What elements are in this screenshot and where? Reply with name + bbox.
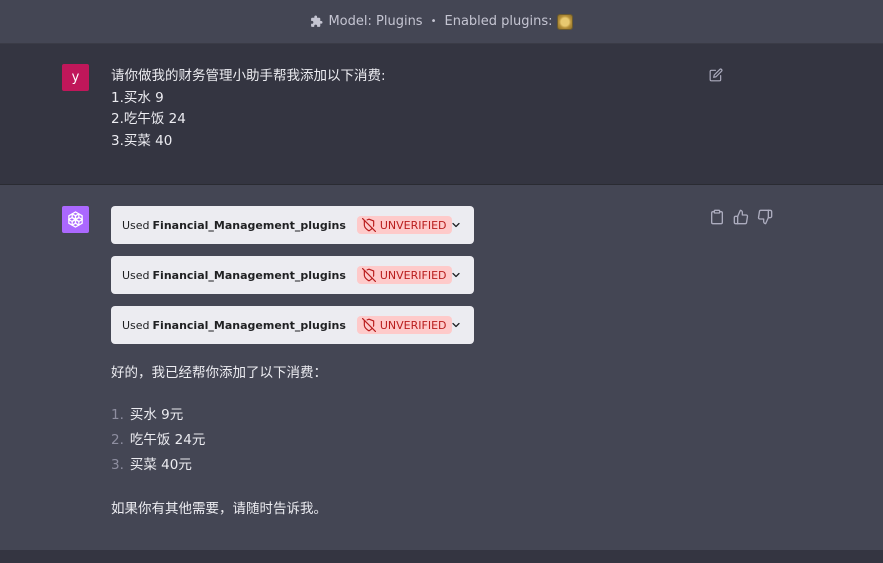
- shield-off-icon: [361, 318, 376, 332]
- expense-list: 1. 买水 9元 2. 吃午饭 24元 3. 买菜 40元: [111, 403, 205, 478]
- list-number: 3.: [111, 457, 124, 473]
- list-item-text: 吃午饭 24元: [129, 432, 206, 448]
- list-item: 1. 买水 9元: [111, 403, 205, 428]
- unverified-badge: UNVERIFIED: [356, 316, 452, 334]
- model-label: Model: Plugins: [328, 14, 423, 29]
- list-item: 2. 吃午饭 24元: [111, 428, 205, 453]
- user-message-text: 请你做我的财务管理小助手帮我添加以下消费: 1.买水 9 2.吃午饭 24 3.…: [111, 66, 386, 152]
- header-separator: •: [430, 16, 437, 27]
- user-message-line: 2.吃午饭 24: [111, 111, 186, 127]
- openai-logo-icon: [68, 211, 83, 228]
- edit-icon[interactable]: [709, 68, 723, 82]
- shield-off-icon: [361, 218, 376, 232]
- unverified-badge-label: UNVERIFIED: [379, 218, 447, 232]
- list-item: 3. 买菜 40元: [111, 453, 205, 478]
- user-message: y 请你做我的财务管理小助手帮我添加以下消费: 1.买水 9 2.吃午饭 24 …: [0, 44, 883, 185]
- unverified-badge-label: UNVERIFIED: [379, 318, 447, 332]
- assistant-message: Used Financial_Management_plugins UNVERI…: [0, 185, 883, 550]
- message-actions: [709, 209, 773, 225]
- plugin-used-label: Used: [122, 318, 150, 332]
- list-item-text: 买水 9元: [129, 407, 184, 423]
- copy-icon[interactable]: [709, 209, 725, 225]
- financial-plugin-logo-icon[interactable]: [556, 13, 573, 30]
- thumbs-up-icon[interactable]: [733, 209, 749, 225]
- shield-off-icon: [361, 268, 376, 282]
- plugin-name: Financial_Management_plugins: [152, 268, 346, 282]
- plugin-call-card[interactable]: Used Financial_Management_plugins UNVERI…: [111, 306, 474, 344]
- plugin-name: Financial_Management_plugins: [152, 218, 346, 232]
- chevron-down-icon[interactable]: [450, 319, 462, 331]
- plugin-used-label: Used: [122, 218, 150, 232]
- enabled-plugins-label: Enabled plugins:: [444, 14, 553, 29]
- user-message-line: 3.买菜 40: [111, 132, 173, 149]
- bottom-divider: [0, 550, 883, 563]
- user-message-line: 1.买水 9: [111, 89, 164, 106]
- model-header: Model: Plugins • Enabled plugins:: [0, 0, 883, 44]
- list-number: 2.: [111, 432, 124, 448]
- unverified-badge-label: UNVERIFIED: [379, 268, 447, 282]
- puzzle-icon: [311, 15, 323, 27]
- assistant-avatar: [62, 206, 89, 233]
- plugin-call-card[interactable]: Used Financial_Management_plugins UNVERI…: [111, 206, 474, 244]
- user-avatar: y: [62, 64, 89, 91]
- list-number: 1.: [111, 407, 124, 423]
- list-item-text: 买菜 40元: [129, 457, 192, 473]
- plugin-name: Financial_Management_plugins: [152, 318, 346, 332]
- user-message-line: 请你做我的财务管理小助手帮我添加以下消费:: [111, 68, 386, 84]
- thumbs-down-icon[interactable]: [757, 209, 773, 225]
- reply-intro: 好的，我已经帮你添加了以下消费：: [111, 365, 327, 381]
- chevron-down-icon[interactable]: [450, 219, 462, 231]
- reply-outro: 如果你有其他需要，请随时告诉我。: [111, 501, 327, 517]
- plugin-call-card[interactable]: Used Financial_Management_plugins UNVERI…: [111, 256, 474, 294]
- plugin-used-label: Used: [122, 268, 150, 282]
- chevron-down-icon[interactable]: [450, 269, 462, 281]
- unverified-badge: UNVERIFIED: [356, 266, 452, 284]
- unverified-badge: UNVERIFIED: [356, 216, 452, 234]
